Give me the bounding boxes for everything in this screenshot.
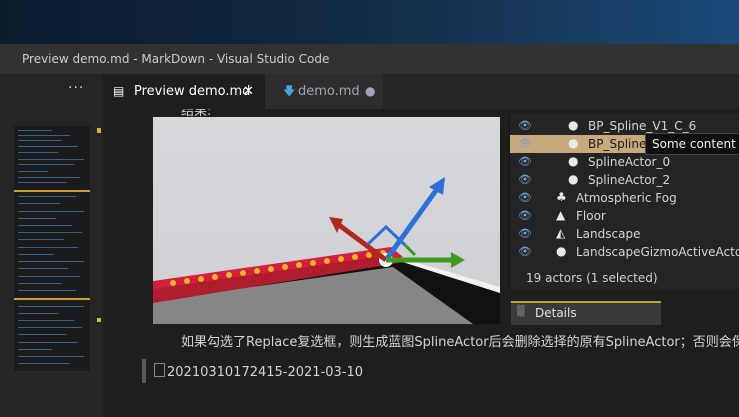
outliner-row[interactable]: 👁 ▲ Floor: [510, 207, 739, 225]
markdown-preview: 结果: 👁 ● LandscapeGizmoActiveActor 👁 ◭ La…: [103, 109, 739, 417]
blockquote-bar: [142, 359, 146, 383]
tab-preview-demo[interactable]: ▤ Preview demo.md ✕: [103, 74, 265, 109]
window-title: Preview demo.md - MarkDown - Visual Stud…: [22, 52, 330, 66]
landscape-icon: ◭: [556, 226, 566, 240]
tab-label: Preview demo.md: [134, 84, 251, 99]
grip-icon: ▒: [517, 306, 525, 317]
minimap[interactable]: [14, 126, 90, 371]
markdown-file-icon: 🡇: [283, 84, 296, 98]
tab-demo-md[interactable]: 🡇 demo.md ●: [265, 74, 383, 109]
outliner-item-label: BP_Spline: [588, 137, 647, 151]
desktop-background: [0, 0, 739, 44]
viewport-scene: [153, 177, 500, 324]
actor-count: 19 actors (1 selected): [526, 271, 658, 285]
more-actions-icon[interactable]: ···: [68, 80, 84, 96]
details-tab[interactable]: ▒ Details: [511, 301, 661, 325]
broken-image-icon: [154, 363, 165, 377]
description-paragraph: 如果勾选了Replace复选框，则生成蓝图SplineActor后会删除选择的原…: [181, 335, 739, 350]
outliner-row[interactable]: 👁 ● SplineActor_2: [510, 171, 739, 189]
world-outliner: 👁 ● LandscapeGizmoActiveActor 👁 ◭ Landscape 👁 ▲…: [509, 113, 739, 290]
scroll-marker: [97, 318, 101, 322]
eye-visibility-icon[interactable]: 👁: [518, 155, 532, 168]
sidebar: ···: [0, 74, 103, 417]
outliner-item-label: BP_Spline_V1_C_6: [588, 119, 697, 133]
eye-visibility-icon[interactable]: 👁: [518, 209, 532, 222]
screenshot-3d-viewport: [153, 117, 500, 324]
eye-visibility-icon[interactable]: 👁: [518, 191, 532, 204]
tooltip: Some content h: [645, 133, 739, 155]
image-alt-text: 20210310172415-2021-03-10: [167, 365, 364, 380]
outliner-row[interactable]: 👁 ◭ Landscape: [510, 225, 739, 243]
title-bar: Preview demo.md - MarkDown - Visual Stud…: [0, 44, 739, 74]
eye-visibility-icon[interactable]: 👁: [518, 173, 532, 186]
eye-visibility-icon[interactable]: 👁: [518, 245, 532, 258]
editor-tab-bar: ▤ Preview demo.md ✕ 🡇 demo.md ●: [103, 74, 739, 109]
outliner-item-label: Atmospheric Fog: [576, 191, 677, 205]
outliner-row[interactable]: 👁 ● LandscapeGizmoActiveActor: [510, 243, 739, 261]
preview-icon: ▤: [113, 84, 125, 98]
outliner-item-label: Floor: [576, 209, 606, 223]
fog-icon: ♣: [556, 190, 567, 204]
spline-actor-icon: ●: [568, 154, 579, 168]
spline-actor-icon: ●: [568, 172, 579, 186]
floor-icon: ▲: [556, 208, 566, 222]
scroll-marker: [97, 128, 101, 133]
sphere-icon: ●: [568, 136, 579, 150]
broken-image: 20210310172415-2021-03-10: [154, 363, 363, 380]
outliner-item-label: LandscapeGizmoActiveActor: [576, 245, 739, 259]
sphere-icon: ●: [568, 118, 579, 132]
outliner-row[interactable]: 👁 ● SplineActor_0: [510, 153, 739, 171]
eye-visibility-icon[interactable]: 👁: [518, 119, 532, 132]
outliner-row[interactable]: 👁 ♣ Atmospheric Fog: [510, 189, 739, 207]
eye-visibility-icon[interactable]: 👁: [518, 227, 532, 240]
details-label: Details: [535, 306, 577, 320]
outliner-item-label: Landscape: [576, 227, 641, 241]
tab-label: demo.md: [298, 84, 360, 99]
outliner-item-label: SplineActor_2: [588, 173, 671, 187]
gizmo-actor-icon: ●: [556, 244, 567, 258]
eye-visibility-icon[interactable]: 👁: [518, 137, 532, 150]
unsaved-dot-icon[interactable]: ●: [365, 74, 375, 109]
close-icon[interactable]: ✕: [243, 74, 254, 109]
outliner-item-label: SplineActor_0: [588, 155, 671, 169]
